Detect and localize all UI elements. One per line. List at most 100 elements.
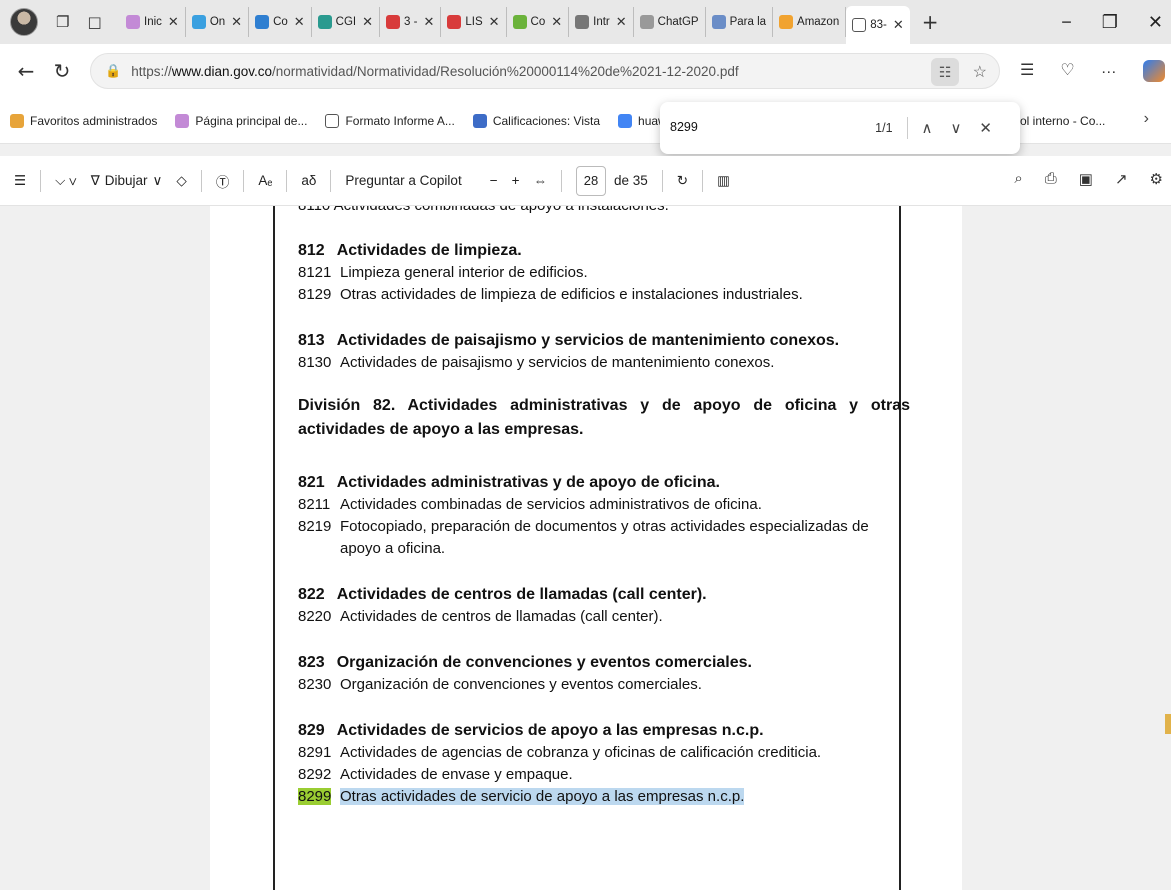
browser-tab[interactable]: Co ✕ (507, 7, 570, 37)
fullscreen-icon[interactable]: ↗ (1115, 170, 1128, 188)
activity-text: Actividades de envase y empaque. (340, 766, 573, 783)
close-window-icon[interactable]: ✕ (1148, 12, 1163, 33)
contents-icon[interactable]: ☰ (14, 173, 26, 189)
tab-close-icon[interactable]: ✕ (168, 14, 179, 30)
favorite-star-icon[interactable]: ☆ (973, 62, 987, 82)
section-heading: 813 Actividades de paisajismo y servicios… (298, 330, 910, 352)
favorite-item[interactable]: Página principal de... (175, 113, 307, 128)
browser-tab[interactable]: CGI ✕ (312, 7, 381, 37)
copilot-icon[interactable] (1142, 60, 1165, 82)
read-aloud-icon[interactable]: ☷ (931, 58, 959, 86)
activity-code: 8129 (298, 286, 332, 303)
section-code: 821 (298, 474, 325, 491)
toolbar-divider (286, 169, 288, 192)
browser-essentials-icon[interactable]: ♡ (1060, 60, 1074, 82)
browser-tab[interactable]: Amazon (773, 7, 847, 37)
page-info-icon[interactable]: 🔒 (105, 64, 121, 79)
browser-tab[interactable]: Co ✕ (249, 7, 312, 37)
tab-actions-icon[interactable]: □ (87, 14, 101, 30)
refresh-icon[interactable]: ↻ (44, 59, 80, 83)
zoom-in-icon[interactable]: + (512, 173, 520, 188)
browser-tab[interactable]: Inic ✕ (120, 7, 186, 37)
back-icon[interactable]: ← (8, 59, 44, 83)
favorite-label: Formato Informe A... (345, 113, 455, 128)
browser-tab[interactable]: LIS ✕ (441, 7, 507, 37)
tab-favicon-icon (126, 15, 140, 29)
tab-close-icon[interactable]: ✕ (489, 14, 500, 30)
activity-row: 8299 Otras actividades de servicio de apo… (298, 786, 910, 808)
section-title: Actividades administrativas y de apoyo d… (336, 474, 720, 491)
browser-tab[interactable]: Para la (706, 7, 774, 37)
tab-close-icon[interactable]: ✕ (551, 14, 562, 30)
find-next-icon[interactable]: ∨ (950, 119, 961, 137)
new-tab-button[interactable]: + (922, 12, 939, 32)
favorite-label: Calificaciones: Vista (492, 113, 601, 128)
restore-icon[interactable]: ❐ (1102, 12, 1118, 33)
favorite-icon (175, 113, 190, 128)
profile-avatar[interactable] (10, 8, 38, 36)
browser-tab[interactable]: 3 - ✕ (380, 7, 442, 37)
page-view-icon[interactable]: ▥ (717, 173, 730, 189)
favorite-icon (10, 113, 24, 128)
save-icon[interactable]: ▣ (1079, 170, 1093, 188)
print-icon[interactable]: ⎙ (1045, 170, 1057, 188)
more-menu-icon[interactable]: … (1101, 60, 1117, 82)
page-total: de 35 (613, 173, 648, 188)
page-number-input[interactable]: 28 (575, 165, 606, 196)
pdf-viewer[interactable]: 8110 Actividades combinadas de apoyo a i… (0, 206, 1171, 890)
minimize-icon[interactable]: − (1061, 12, 1072, 33)
tab-label: Intr (593, 16, 610, 28)
class-section: 821 Actividades administrativas y de apoy… (298, 472, 910, 560)
tab-close-icon[interactable]: ✕ (893, 17, 904, 33)
url-prefix: https:// (131, 63, 172, 79)
tab-favicon-icon (317, 15, 332, 29)
activity-text: Actividades combinadas de servicios admi… (340, 496, 762, 513)
browser-tab[interactable]: 83- ✕ (846, 6, 910, 44)
address-bar[interactable]: 🔒 https://www.dian.gov.co/normatividad/N… (90, 53, 1000, 89)
tab-favicon-icon (575, 15, 590, 29)
highlight-icon[interactable]: ⌵ ∨ (55, 173, 77, 189)
text-icon[interactable]: Ⓣ (216, 171, 230, 191)
section-title: Actividades de servicios de apoyo a las … (336, 722, 764, 739)
search-icon[interactable]: ⌕ (1014, 170, 1022, 188)
section-code: 813 (298, 332, 325, 349)
toolbar-divider (40, 169, 42, 192)
translate-icon[interactable]: aδ (301, 173, 316, 188)
ask-copilot-button[interactable]: Preguntar a Copilot (345, 173, 461, 188)
activity-text: Otras actividades de limpieza de edifici… (340, 286, 803, 303)
browser-tab[interactable]: Intr ✕ (569, 7, 634, 37)
zoom-out-icon[interactable]: − (490, 173, 498, 188)
find-input[interactable]: 8299 (670, 120, 848, 136)
settings-gear-icon[interactable]: ⚙ (1150, 170, 1163, 188)
find-close-icon[interactable]: ✕ (979, 119, 992, 137)
find-previous-icon[interactable]: ∧ (921, 119, 932, 137)
rotate-icon[interactable]: ↻ (677, 173, 688, 189)
tab-close-icon[interactable]: ✕ (231, 14, 242, 30)
activity-row: 8121 Limpieza general interior de edifici… (298, 262, 910, 284)
tab-close-icon[interactable]: ✕ (362, 14, 373, 30)
favorite-item[interactable]: Calificaciones: Vista (472, 113, 601, 128)
favorite-item[interactable]: Formato Informe A... (325, 113, 455, 128)
fit-page-icon[interactable]: ⇔ (533, 173, 547, 188)
eraser-icon[interactable]: ◇ (176, 173, 186, 189)
favorite-item[interactable]: Favoritos administrados (10, 113, 157, 128)
browser-tab[interactable]: On ✕ (186, 7, 250, 37)
activity-text: Fotocopiado, preparación de documentos y… (340, 518, 869, 557)
section-code: 829 (298, 722, 325, 739)
tab-close-icon[interactable]: ✕ (423, 14, 434, 30)
favorites-overflow-icon[interactable]: › (1144, 110, 1149, 128)
activity-row: 8291 Actividades de agencias de cobranza … (298, 742, 910, 764)
tab-close-icon[interactable]: ✕ (616, 14, 627, 30)
find-bar: 8299 1/1 ∧ ∨ ✕ (660, 102, 1020, 154)
tab-close-icon[interactable]: ✕ (294, 14, 305, 30)
browser-tab[interactable]: ChatGP (634, 7, 706, 37)
read-aloud-pdf-icon[interactable]: Aₑ (258, 173, 272, 188)
tab-favicon-icon (255, 15, 270, 29)
activity-code: 8121 (298, 264, 332, 281)
workspaces-icon[interactable]: ❐ (56, 14, 69, 30)
tab-favicon-icon (191, 15, 206, 29)
draw-button[interactable]: ∇ Dibujar ∨ (91, 173, 163, 189)
favorite-item-partial[interactable]: ol interno - Co... (1020, 114, 1105, 128)
class-section: 822 Actividades de centros de llamadas (c… (298, 584, 910, 628)
favorites-icon[interactable]: ☰ (1020, 60, 1034, 82)
